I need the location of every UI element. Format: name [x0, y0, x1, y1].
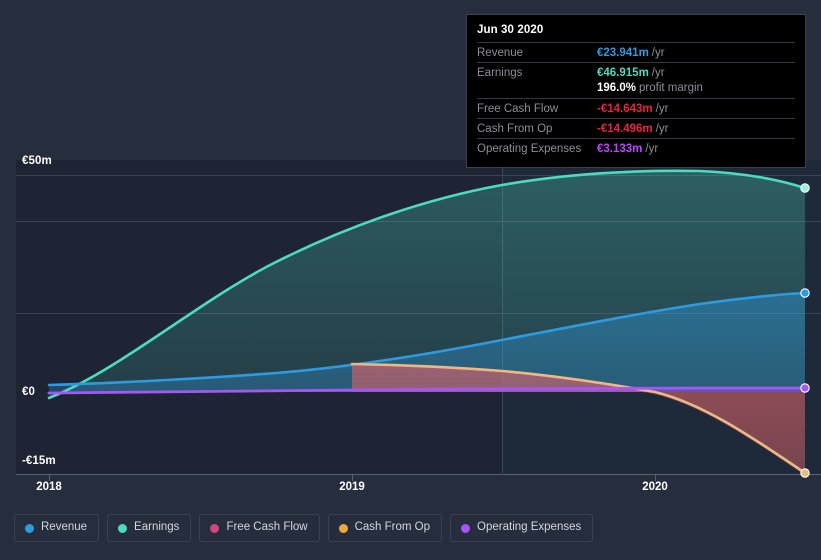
tooltip-row-earnings: Earnings €46.915m/yr	[477, 62, 795, 82]
tooltip-num-revenue: €23.941m	[597, 47, 649, 59]
tooltip-key-profit-margin	[477, 82, 597, 99]
tooltip-value-profit-margin: 196.0% profit margin	[597, 82, 795, 99]
legend-label-free-cash-flow: Free Cash Flow	[226, 521, 308, 534]
legend-dot-revenue	[25, 523, 34, 533]
earnings-revenue-chart: €50m €0 -€15m 2018 2019 2020 Jun 30 2020…	[0, 0, 821, 560]
tooltip-value-earnings: €46.915m/yr	[597, 62, 795, 82]
tooltip-unit-revenue: /yr	[651, 47, 665, 59]
y-axis-label-zero: €0	[22, 386, 35, 398]
legend-label-cash-from-op: Cash From Op	[354, 521, 431, 534]
legend-dot-cash-from-op	[338, 523, 348, 533]
tooltip-num-operating-expenses: €3.133m	[597, 143, 643, 155]
tooltip-num-earnings: €46.915m	[597, 67, 649, 79]
tooltip-date: Jun 30 2020	[477, 24, 544, 36]
tooltip-row-profit-margin: 196.0% profit margin	[477, 82, 795, 99]
tooltip-key-operating-expenses: Operating Expenses	[477, 138, 597, 158]
chart-legend: Revenue Earnings Free Cash Flow Cash Fro…	[14, 514, 594, 542]
tooltip-key-free-cash-flow: Free Cash Flow	[477, 98, 597, 119]
legend-dot-free-cash-flow	[210, 523, 220, 533]
legend-label-revenue: Revenue	[41, 521, 88, 534]
x-axis-label-2020: 2020	[642, 481, 668, 493]
tooltip-value-revenue: €23.941m/yr	[597, 42, 795, 63]
cash-from-op-endpoint-marker	[800, 468, 810, 478]
tooltip-key-cash-from-op: Cash From Op	[477, 118, 597, 139]
tooltip-value-free-cash-flow: -€14.643m/yr	[597, 98, 795, 119]
tooltip-value-cash-from-op: -€14.496m/yr	[597, 118, 795, 139]
y-axis-label-bottom: -€15m	[22, 455, 56, 467]
legend-dot-operating-expenses	[461, 523, 471, 533]
legend-item-revenue[interactable]: Revenue	[14, 514, 100, 542]
x-axis-label-2018: 2018	[36, 481, 62, 493]
tooltip-num-profit-margin: 196.0%	[597, 82, 637, 94]
legend-dot-earnings	[118, 523, 128, 533]
tooltip-unit-free-cash-flow: /yr	[655, 103, 669, 115]
chart-tooltip: Jun 30 2020 Revenue €23.941m/yr Earnings…	[466, 14, 806, 168]
tooltip-key-revenue: Revenue	[477, 42, 597, 63]
tooltip-row-cash-from-op: Cash From Op -€14.496m/yr	[477, 118, 795, 139]
tooltip-row-operating-expenses: Operating Expenses €3.133m/yr	[477, 138, 795, 158]
tooltip-num-cash-from-op: -€14.496m	[597, 123, 653, 135]
tooltip-unit-cash-from-op: /yr	[655, 123, 669, 135]
legend-item-operating-expenses[interactable]: Operating Expenses	[450, 514, 594, 542]
tooltip-row-revenue: Revenue €23.941m/yr	[477, 42, 795, 63]
tooltip-unit-earnings: /yr	[651, 67, 665, 79]
tooltip-unit-operating-expenses: /yr	[645, 143, 659, 155]
legend-item-free-cash-flow[interactable]: Free Cash Flow	[199, 514, 320, 542]
tooltip-value-operating-expenses: €3.133m/yr	[597, 138, 795, 158]
tooltip-table: Revenue €23.941m/yr Earnings €46.915m/yr…	[477, 42, 795, 158]
tooltip-key-earnings: Earnings	[477, 62, 597, 82]
legend-item-cash-from-op[interactable]: Cash From Op	[327, 514, 443, 542]
legend-label-operating-expenses: Operating Expenses	[477, 521, 582, 534]
legend-label-earnings: Earnings	[134, 521, 180, 534]
x-axis-label-2019: 2019	[339, 481, 365, 493]
operating-expenses-endpoint-marker	[800, 383, 810, 393]
revenue-endpoint-marker	[800, 288, 810, 298]
tooltip-num-free-cash-flow: -€14.643m	[597, 103, 653, 115]
legend-item-earnings[interactable]: Earnings	[107, 514, 192, 542]
tooltip-row-free-cash-flow: Free Cash Flow -€14.643m/yr	[477, 98, 795, 119]
earnings-endpoint-marker	[800, 183, 810, 193]
tooltip-unit-profit-margin: profit margin	[639, 82, 703, 94]
y-axis-label-top: €50m	[22, 155, 52, 167]
